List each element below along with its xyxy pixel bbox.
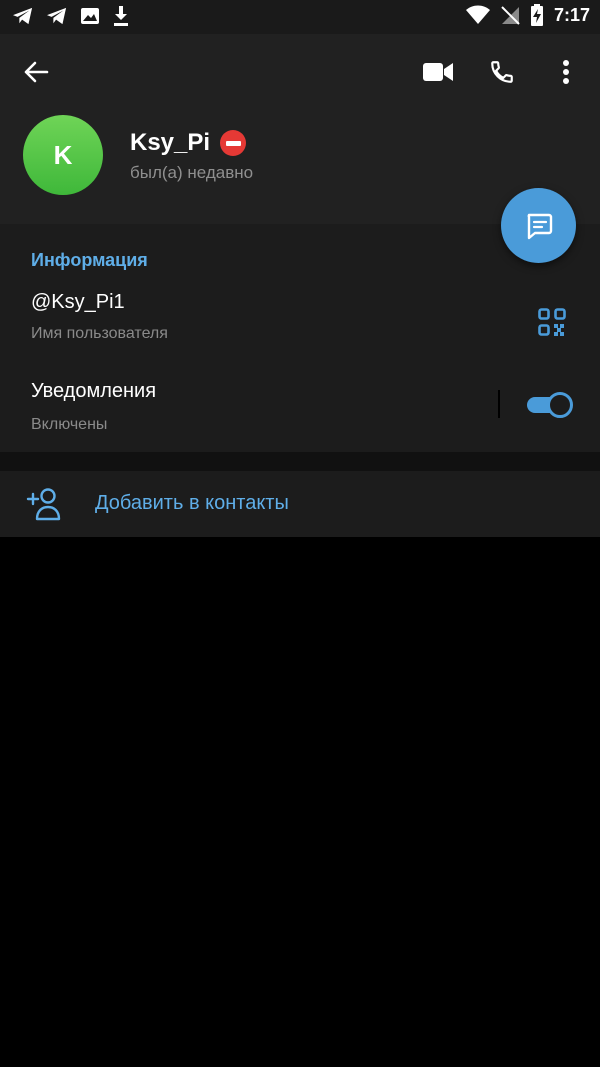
send-message-button[interactable] [501,188,576,263]
telegram-icon [13,7,33,25]
notifications-status: Включены [31,416,108,433]
qr-code-button[interactable] [534,304,570,340]
avatar[interactable]: K [23,115,103,195]
profile-last-seen: был(а) недавно [130,163,254,182]
profile-header: K Ksy_Pi был(а) недавно [0,34,600,224]
profile-name: Ksy_Pi [130,129,211,156]
image-icon [81,8,99,24]
clock: 7:17 [553,4,590,25]
back-button[interactable] [18,54,54,90]
add-user-icon [26,488,61,521]
qr-code-icon [538,308,566,336]
avatar-letter: K [53,139,73,170]
wifi-icon [465,5,490,24]
notifications-toggle[interactable] [527,392,573,418]
notifications-label[interactable]: Уведомления [31,380,156,403]
section-gap [0,452,600,471]
download-icon [114,6,128,26]
info-section: Информация @Ksy_Pi1 Имя пользователя Уве… [0,224,600,452]
message-icon [527,213,552,239]
battery-charging-icon [530,4,543,26]
more-vertical-icon [563,60,569,84]
username-label: Имя пользователя [31,325,168,342]
username-value[interactable]: @Ksy_Pi1 [31,291,125,314]
divider [498,390,500,418]
status-bar: 7:17 [0,0,600,34]
notification-icons [12,5,130,27]
phone-icon [491,61,513,83]
call-button[interactable] [480,52,524,92]
add-to-contacts-button[interactable]: Добавить в контакты [0,471,600,537]
no-sim-icon [501,6,520,25]
video-camera-icon [423,63,453,81]
toggle-knob [547,392,573,418]
more-menu-button[interactable] [544,52,588,92]
video-call-button[interactable] [416,52,460,92]
telegram-icon [47,7,67,25]
blocked-icon [220,130,247,156]
arrow-left-icon [24,61,49,83]
add-to-contacts-label: Добавить в контакты [95,492,289,514]
section-title: Информация [31,250,148,270]
